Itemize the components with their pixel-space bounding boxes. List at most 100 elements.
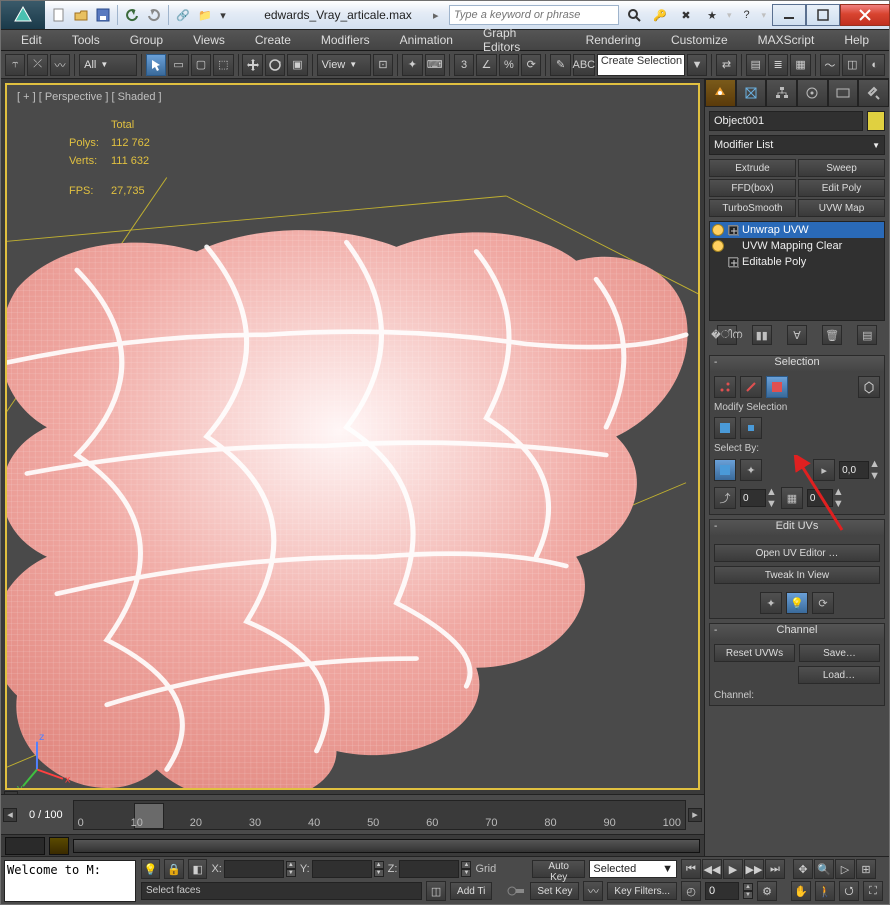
grow-selection-icon[interactable] [714,417,736,439]
menu-tools[interactable]: Tools [58,30,114,50]
lock-icon[interactable]: 🔒 [164,859,183,879]
select-link-icon[interactable]: ⥾ [5,54,25,76]
favorite-icon[interactable]: ★ [701,4,723,26]
setkey-button[interactable]: Set Key [530,882,579,900]
expand-icon[interactable] [728,225,738,235]
key-filters-button[interactable]: Key Filters... [607,882,677,900]
unlink-icon[interactable]: ⤫ [27,54,47,76]
key-mode-dropdown[interactable]: Selected▼ [589,860,677,878]
nav-pan-icon[interactable]: ✥ [793,859,813,879]
modifier-list-dropdown[interactable]: Modifier List▼ [709,135,885,155]
bind-spacewarp-icon[interactable]: 〰 [50,54,70,76]
layer-manager-icon[interactable]: ▦ [790,54,810,76]
redo-icon[interactable] [144,5,164,25]
modifier-btn-ffd-box-[interactable]: FFD(box) [709,179,796,197]
tab-hierarchy[interactable] [766,79,797,107]
angle-snap-icon[interactable]: ∠ [476,54,496,76]
mirror-icon[interactable]: ⇄ [716,54,736,76]
selection-set-input[interactable]: Create Selection Se [597,54,685,76]
menu-customize[interactable]: Customize [657,30,742,50]
pin-stack-icon[interactable]: �ിന [717,325,737,345]
tab-create[interactable] [705,79,736,107]
face-subobj-icon[interactable] [766,376,788,398]
menu-help[interactable]: Help [830,30,883,50]
nav-zoom-icon[interactable]: 🔍 [814,859,834,879]
object-name-input[interactable] [709,111,863,131]
object-color-swatch[interactable] [867,111,885,131]
goto-end-icon[interactable]: ⏭ [765,859,785,879]
mini-curve-icon[interactable] [49,837,69,855]
trackbar[interactable] [73,839,700,853]
tab-display[interactable] [828,79,859,107]
select-inv-icon[interactable]: ⤴ [714,487,736,509]
play-icon[interactable]: ▶ [723,859,743,879]
vertex-subobj-icon[interactable] [714,376,736,398]
rotate-icon[interactable] [265,54,285,76]
lock-selection-icon[interactable]: 💡 [141,859,160,879]
modifier-btn-turbosmooth[interactable]: TurboSmooth [709,199,796,217]
menu-create[interactable]: Create [241,30,305,50]
modifier-btn-edit-poly[interactable]: Edit Poly [798,179,885,197]
search-input[interactable] [449,5,619,25]
minimize-button[interactable] [772,4,806,26]
menu-maxscript[interactable]: MAXScript [744,30,829,50]
spinner-down[interactable]: ▼ [869,470,880,482]
nav-orbit-icon[interactable]: ✋ [791,881,811,901]
spinner-snap-icon[interactable]: ⟳ [521,54,541,76]
rollout-selection-header[interactable]: -Selection [710,356,884,372]
stack-item[interactable]: Editable Poly [710,254,884,270]
planar-angle-icon[interactable] [714,459,736,481]
stack-item[interactable]: UVW Mapping Clear [710,238,884,254]
save-icon[interactable] [93,5,113,25]
stack-item[interactable]: Unwrap UVW [710,222,884,238]
open-icon[interactable] [71,5,91,25]
remove-modifier-icon[interactable]: 🗑 [822,325,842,345]
edge-subobj-icon[interactable] [740,376,762,398]
pivot-center-icon[interactable]: ⊡ [373,54,393,76]
tab-motion[interactable] [797,79,828,107]
menu-views[interactable]: Views [179,30,239,50]
tab-modify[interactable] [736,79,767,107]
timeline-track[interactable]: 0102030405060708090100 [73,800,686,830]
add-time-tag-button[interactable]: Add Ti [450,882,492,900]
select-rect-icon[interactable]: ▢ [191,54,211,76]
menu-animation[interactable]: Animation [386,30,467,50]
menu-edit[interactable]: Edit [7,30,56,50]
percent-snap-icon[interactable]: % [499,54,519,76]
scale-icon[interactable]: ▣ [287,54,307,76]
select-matid-icon[interactable]: ✦ [740,459,762,481]
viewport-label[interactable]: [ + ] [ Perspective ] [ Shaded ] [17,91,162,103]
nav-arc-icon[interactable]: ⭯ [839,881,859,901]
bulb-icon[interactable] [712,224,724,236]
exchange-icon[interactable]: ✖ [675,4,697,26]
select-chk-icon[interactable]: ▦ [781,487,803,509]
select-name-icon[interactable]: ▭ [168,54,188,76]
recent-files-dropdown[interactable]: ▸ [433,9,443,22]
spinner-up[interactable]: ▲ [869,458,880,470]
maximize-button[interactable] [806,4,840,26]
quick-planar-icon[interactable]: ✦ [760,592,782,614]
nav-fov-icon[interactable]: ▷ [835,859,855,879]
named-sel-dropdown-icon[interactable]: ABC [573,54,595,76]
move-icon[interactable] [242,54,262,76]
maxscript-listener[interactable]: Welcome to M: [4,860,136,902]
shrink-selection-icon[interactable] [740,417,762,439]
selset-arrow-icon[interactable]: ▼ [687,54,707,76]
menu-group[interactable]: Group [116,30,177,50]
time-tag-icon[interactable]: ◫ [426,881,446,901]
subscription-icon[interactable]: 🔑 [649,4,671,26]
save-uvws-button[interactable]: Save… [799,644,880,662]
rollout-edit-uvs-header[interactable]: -Edit UVs [710,520,884,536]
trackbar-key-area[interactable] [5,837,45,855]
expand-icon[interactable] [728,257,738,267]
frame-input[interactable] [705,882,739,900]
chevron-down-icon[interactable]: ▾ [217,5,229,25]
menu-modifiers[interactable]: Modifiers [307,30,384,50]
timeline-scroll-left-icon[interactable]: ◂ [3,808,17,822]
select-val-1[interactable] [740,489,766,507]
undo-icon[interactable] [122,5,142,25]
planar-angle-value[interactable] [839,461,869,479]
window-crossing-icon[interactable]: ⬚ [213,54,233,76]
keyboard-shortcut-icon[interactable]: ⌨ [425,54,445,76]
nav-max-icon[interactable]: ⛶ [863,881,883,901]
